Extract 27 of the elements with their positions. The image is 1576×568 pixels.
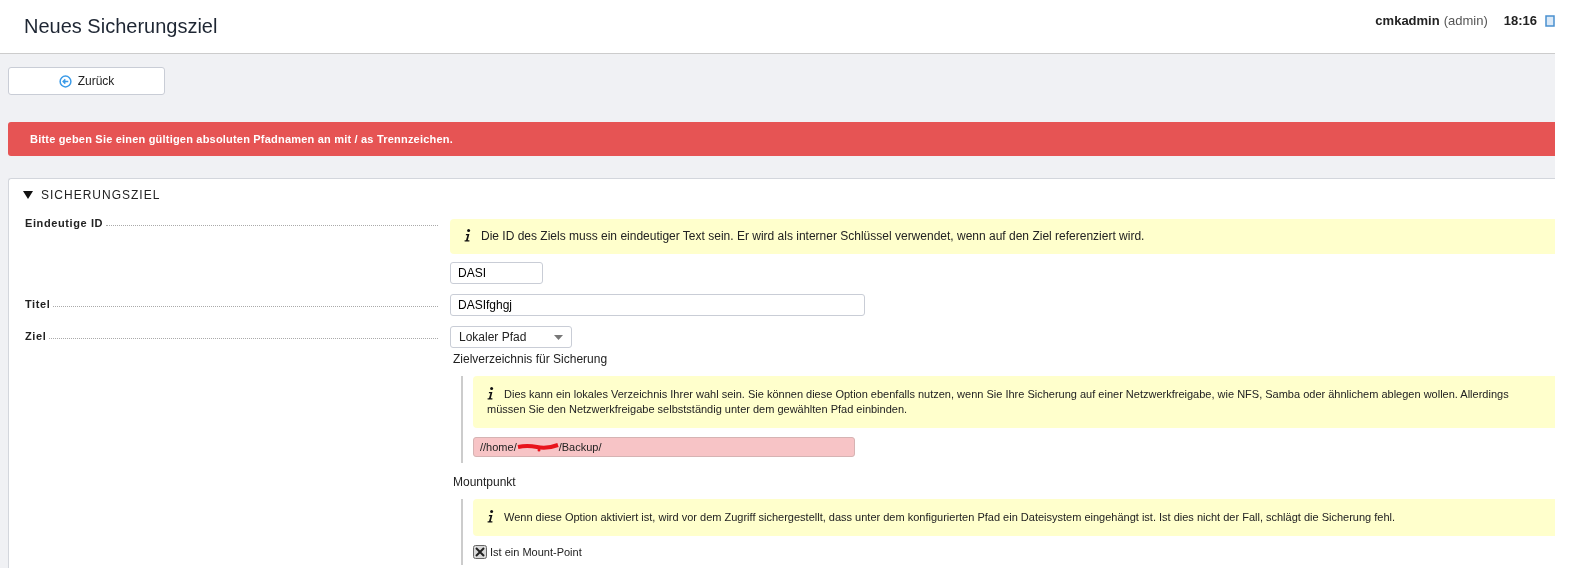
book-icon[interactable] <box>1545 13 1555 28</box>
caret-icon <box>554 334 563 340</box>
text-field[interactable]: DASI <box>450 262 543 284</box>
error-message: Bitte geben Sie einen gültigen absoluten Pfadnamen an mit / as Trennzeichen. <box>8 122 1555 156</box>
info-icon <box>487 510 494 523</box>
subsection-title: Mountpunkt <box>453 475 516 489</box>
target-dropdown[interactable]: Lokaler Pfad <box>450 326 572 348</box>
user-role: (admin) <box>1443 13 1488 28</box>
field-label: Eindeutige ID <box>25 217 104 229</box>
section-header[interactable]: SICHERUNGSZIEL <box>9 179 175 211</box>
back-button[interactable]: Zurück <box>8 67 165 95</box>
clock-time: 18:16 <box>1503 13 1537 28</box>
page-title: Neues Sicherungsziel <box>24 15 218 38</box>
triangle-icon <box>23 191 33 199</box>
info-icon <box>487 387 494 400</box>
info-icon <box>464 229 471 242</box>
user-name: cmkadmin <box>1375 13 1440 28</box>
checkbox[interactable] <box>473 545 487 559</box>
help-text: Dies kann ein lokales Verzeichnis Ihrer wahl sein. Sie können diese Option ebenfalls nutzen, wenn Sie Ihre Sicherung auf einer Netzwerkfreigabe, wie NFS, Samba oder ähnlichem ablegen wollen. Allerdings müssen Sie den Netzwerkfreigabe selbstständig unter dem gewählten Pfad einbinden. <box>473 376 1555 428</box>
help-text: Wenn diese Option aktiviert ist, wird vor dem Zugriff sichergestellt, dass unter dem konfigurierten Pfad ein Dateisystem eingehängt ist. Ist dies nicht der Fall, schlägt die Sicherung fehl. <box>473 499 1555 536</box>
checkbox-label: Ist ein Mount-Point <box>490 546 582 558</box>
path-field[interactable]: //home/ /Backup/ <box>473 437 855 457</box>
help-text: Die ID des Ziels muss ein eindeutiger Text sein. Er wird als interner Schlüssel verwendet, wenn auf den Ziel referenziert wird. <box>450 219 1555 254</box>
field-label: Ziel <box>25 330 47 342</box>
field-label: Titel <box>25 298 51 310</box>
text-field[interactable]: DASIfghgj <box>450 294 865 316</box>
subsection-title: Zielverzeichnis für Sicherung <box>453 352 608 366</box>
